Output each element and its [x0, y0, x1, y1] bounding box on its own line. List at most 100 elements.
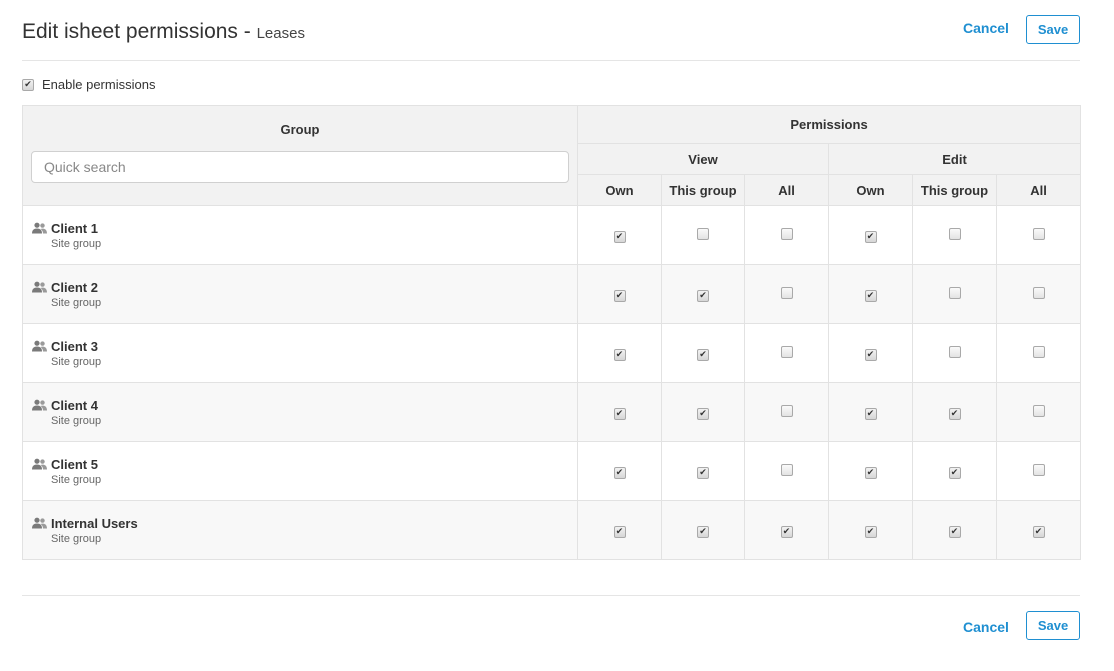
permission-checkbox[interactable]: ✔: [864, 348, 877, 361]
permission-cell: ✔: [744, 500, 829, 560]
view-col-header: This group: [661, 174, 745, 206]
permission-cell: [995, 323, 1082, 383]
permission-checkbox[interactable]: ✔: [864, 407, 877, 420]
permission-cell: ✔: [661, 323, 745, 383]
group-name: Client 3: [51, 338, 98, 354]
permission-checkbox[interactable]: ✔: [864, 289, 877, 302]
permission-cell: ✔: [912, 382, 997, 442]
group-type: Site group: [51, 473, 102, 486]
permission-cell: [995, 205, 1082, 265]
permission-checkbox[interactable]: [780, 227, 793, 240]
permission-checkbox[interactable]: ✔: [1032, 525, 1045, 538]
table-row: Client 4 Site group ✔ ✔ ✔ ✔: [22, 382, 1082, 442]
permission-cell: [995, 441, 1082, 501]
permission-checkbox[interactable]: ✔: [864, 466, 877, 479]
permission-checkbox[interactable]: ✔: [948, 466, 961, 479]
group-name: Client 1: [51, 220, 98, 236]
permission-cell: ✔: [828, 441, 913, 501]
group-type: Site group: [51, 414, 102, 427]
permission-checkbox[interactable]: ✔: [948, 407, 961, 420]
footer-save-button[interactable]: Save: [1026, 611, 1080, 640]
edit-col-header: All: [995, 174, 1082, 206]
permission-checkbox[interactable]: ✔: [697, 407, 709, 420]
users-icon: [32, 399, 47, 411]
permissions-header: Permissions: [576, 105, 1082, 144]
permission-checkbox[interactable]: [1032, 286, 1045, 299]
permission-cell: [912, 264, 997, 324]
permission-checkbox[interactable]: [948, 345, 961, 358]
enable-permissions-checkbox[interactable]: ✔: [22, 78, 34, 91]
permission-cell: [744, 205, 829, 265]
permission-checkbox[interactable]: ✔: [697, 466, 709, 479]
users-icon: [32, 458, 47, 470]
enable-permissions-row[interactable]: ✔ Enable permissions: [22, 77, 155, 92]
permission-cell: ✔: [828, 264, 913, 324]
group-type: Site group: [51, 296, 102, 309]
view-header: View: [577, 143, 829, 175]
footer-divider: [22, 595, 1080, 596]
permission-cell: ✔: [828, 382, 913, 442]
permission-cell: ✔: [577, 323, 662, 383]
permission-checkbox[interactable]: [1032, 227, 1045, 240]
save-button[interactable]: Save: [1026, 15, 1080, 44]
permission-cell: [744, 441, 829, 501]
permission-checkbox[interactable]: [1032, 404, 1045, 417]
permission-checkbox[interactable]: ✔: [948, 525, 961, 538]
permission-cell: [995, 264, 1082, 324]
permission-checkbox[interactable]: ✔: [613, 289, 626, 302]
permission-checkbox[interactable]: [1032, 463, 1045, 476]
permission-checkbox[interactable]: [780, 345, 793, 358]
page-header: Edit isheet permissions - Leases Cancel …: [22, 0, 1080, 61]
permission-cell: ✔: [577, 500, 662, 560]
permission-checkbox[interactable]: ✔: [613, 525, 626, 538]
edit-col-header: Own: [828, 174, 913, 206]
edit-col-header: This group: [912, 174, 997, 206]
permission-checkbox[interactable]: ✔: [613, 407, 626, 420]
permission-checkbox[interactable]: ✔: [613, 466, 626, 479]
users-icon: [32, 340, 47, 352]
quick-search-input[interactable]: [31, 151, 569, 183]
permission-cell: [744, 382, 829, 442]
group-cell: Client 2 Site group: [22, 264, 578, 324]
permission-cell: ✔: [912, 500, 997, 560]
group-type: Site group: [51, 355, 102, 368]
permission-cell: ✔: [577, 382, 662, 442]
permission-cell: [744, 264, 829, 324]
permission-cell: ✔: [577, 264, 662, 324]
permission-checkbox[interactable]: ✔: [780, 525, 793, 538]
footer-cancel-button[interactable]: Cancel: [963, 619, 1009, 635]
table-row: Client 2 Site group ✔ ✔ ✔: [22, 264, 1082, 324]
group-name: Client 4: [51, 397, 98, 413]
permission-checkbox[interactable]: ✔: [613, 230, 626, 243]
group-type: Site group: [51, 237, 102, 250]
permission-checkbox[interactable]: [1032, 345, 1045, 358]
permission-checkbox[interactable]: [780, 404, 793, 417]
permission-checkbox[interactable]: ✔: [864, 525, 877, 538]
permissions-table: Group Permissions View Edit OwnThis grou…: [22, 105, 1082, 560]
view-col-header: Own: [577, 174, 662, 206]
permission-checkbox[interactable]: [780, 286, 793, 299]
permission-checkbox[interactable]: ✔: [697, 348, 709, 361]
permission-checkbox[interactable]: [948, 286, 961, 299]
permission-checkbox[interactable]: [948, 227, 961, 240]
view-col-header: All: [744, 174, 829, 206]
permission-checkbox[interactable]: [697, 227, 709, 240]
users-icon: [32, 281, 47, 293]
permission-checkbox[interactable]: ✔: [697, 525, 709, 538]
permission-cell: ✔: [661, 264, 745, 324]
edit-header: Edit: [827, 143, 1082, 175]
group-name: Client 5: [51, 456, 98, 472]
table-row: Internal Users Site group ✔ ✔ ✔ ✔ ✔ ✔: [22, 500, 1082, 560]
group-name: Client 2: [51, 279, 98, 295]
group-column-header: Group: [22, 105, 578, 206]
table-row: Client 5 Site group ✔ ✔ ✔ ✔: [22, 441, 1082, 501]
cancel-button[interactable]: Cancel: [963, 20, 1009, 36]
group-cell: Client 3 Site group: [22, 323, 578, 383]
page-title-text: Edit isheet permissions -: [22, 20, 257, 43]
permission-checkbox[interactable]: ✔: [697, 289, 709, 302]
permission-checkbox[interactable]: ✔: [613, 348, 626, 361]
permission-cell: ✔: [661, 500, 745, 560]
permission-cell: [912, 205, 997, 265]
permission-checkbox[interactable]: ✔: [864, 230, 877, 243]
permission-checkbox[interactable]: [780, 463, 793, 476]
